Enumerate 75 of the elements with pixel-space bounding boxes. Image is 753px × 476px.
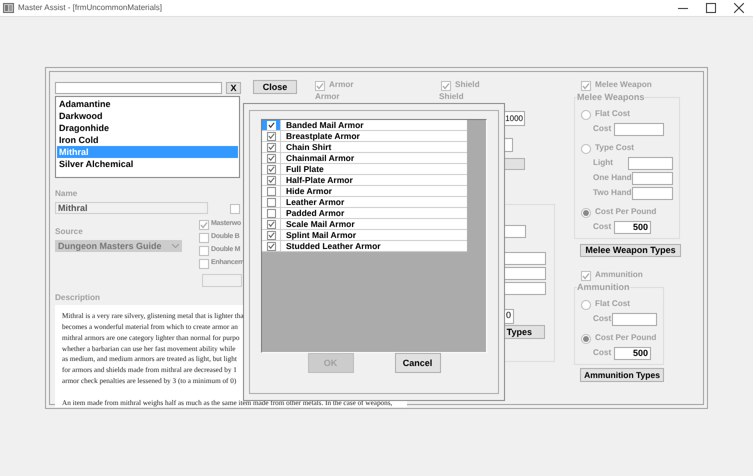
field-label: Two Hand (593, 186, 632, 199)
checkbox[interactable] (266, 230, 276, 240)
radio-label: Cost Per Pound (595, 332, 656, 344)
group-label: Melee Weapons (577, 92, 644, 102)
field-label: Description (55, 292, 102, 304)
group-label: Shield (439, 91, 465, 103)
checkbox[interactable] (199, 220, 209, 230)
search-field[interactable] (55, 82, 222, 94)
list-item-label[interactable]: Full Plate (281, 164, 324, 174)
close-icon[interactable] (734, 3, 744, 13)
checkbox[interactable] (266, 220, 276, 228)
app-icon (3, 3, 14, 13)
radio-label: Cost Per Pound (595, 206, 656, 218)
checkbox[interactable] (315, 80, 325, 90)
checkbox-label: Armor (329, 79, 354, 92)
radio-button[interactable] (581, 144, 591, 154)
checkbox[interactable] (266, 186, 276, 196)
checkbox[interactable] (199, 258, 209, 268)
radio-button[interactable] (581, 208, 591, 218)
checkbox-label: Ammunition (595, 269, 643, 282)
field-label: One Hand (593, 172, 632, 184)
checkbox[interactable] (199, 246, 209, 256)
cancel-button[interactable]: Cancel (394, 353, 440, 373)
ammunition-types-button[interactable]: Ammunition Types (580, 368, 664, 382)
cost-field[interactable] (614, 122, 664, 136)
checkbox[interactable] (266, 164, 276, 174)
group-label: Armor (315, 91, 341, 103)
checkbox[interactable] (266, 242, 276, 250)
close-button[interactable]: Close (253, 80, 297, 94)
checkbox[interactable] (266, 132, 276, 140)
checkbox-label: Melee Weapon (595, 79, 652, 92)
checkbox[interactable] (266, 120, 276, 130)
field-label: Name (55, 188, 78, 200)
list-item[interactable]: Silver Alchemical (57, 158, 238, 170)
field-label: Cost (593, 312, 612, 325)
field-label: Cost (593, 122, 612, 135)
group-label: Ammunition (577, 282, 630, 292)
enhancement-field[interactable] (202, 274, 242, 287)
cost-field[interactable]: 500 (614, 346, 651, 360)
clear-button[interactable]: X (226, 82, 241, 94)
cost-field[interactable] (628, 156, 673, 170)
window-title: Master Assist - [frmUncommonMaterials] (18, 2, 162, 14)
checkbox[interactable] (266, 154, 276, 162)
field-label: Light (593, 156, 614, 169)
list-item[interactable]: Dragonhide (57, 122, 238, 134)
radio-button[interactable] (581, 334, 591, 344)
checkbox[interactable] (581, 80, 591, 90)
field-label: Cost (593, 346, 612, 359)
checkbox-label: Shield (455, 79, 480, 92)
melee-types-button[interactable]: Melee Weapon Types (580, 244, 681, 257)
checkbox[interactable] (230, 204, 240, 214)
list-item[interactable]: Iron Cold (57, 134, 238, 146)
radio-label: Type Cost (595, 142, 634, 154)
field-label: Cost (593, 220, 612, 233)
checkbox[interactable] (266, 176, 276, 184)
checkbox[interactable] (441, 80, 451, 90)
radio-label: Flat Cost (595, 298, 630, 310)
list-item[interactable]: Darkwood (57, 110, 238, 122)
checkbox[interactable] (581, 270, 591, 280)
cost-field[interactable] (632, 186, 673, 200)
cost-field[interactable] (612, 312, 657, 326)
name-field[interactable]: Mithral (55, 202, 208, 214)
checkbox[interactable] (199, 232, 209, 242)
checkbox[interactable] (266, 198, 276, 206)
checkbox[interactable] (266, 142, 276, 152)
radio-button[interactable] (581, 300, 591, 310)
checkbox[interactable] (266, 208, 276, 218)
radio-button[interactable] (581, 110, 591, 120)
cost-field[interactable] (632, 172, 673, 184)
maximize-icon[interactable] (706, 3, 716, 13)
radio-label: Flat Cost (595, 108, 630, 120)
cost-field[interactable]: 500 (614, 220, 651, 234)
list-item[interactable]: Adamantine (57, 98, 238, 110)
field-label: Source (55, 226, 84, 238)
caret-icon (172, 244, 179, 248)
